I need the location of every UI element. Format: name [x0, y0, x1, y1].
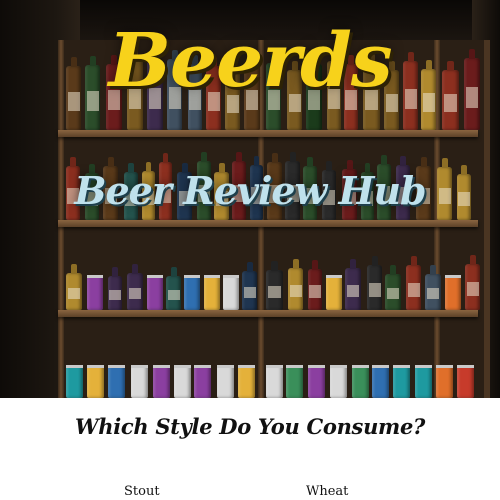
beer-can-decoration — [204, 275, 220, 310]
beer-bottle-decoration — [66, 273, 82, 310]
beer-can-decoration — [194, 365, 211, 398]
beer-can-decoration — [108, 365, 125, 398]
beer-can-decoration — [87, 275, 103, 310]
beer-can-decoration — [184, 275, 200, 310]
beer-can-decoration — [217, 365, 234, 398]
beer-can-decoration — [87, 365, 104, 398]
beer-bottle-decoration — [127, 273, 143, 310]
beer-can-decoration — [223, 275, 239, 310]
shelf-board — [58, 130, 478, 137]
survey-question: Which Style Do You Consume? — [74, 414, 426, 439]
shelf-board — [58, 310, 478, 317]
beer-bottle-decoration — [288, 268, 303, 310]
beer-bottle-decoration — [108, 276, 122, 310]
beer-can-decoration — [131, 365, 148, 398]
beer-bottle-decoration — [367, 265, 382, 310]
beer-can-decoration — [66, 365, 83, 398]
beer-can-decoration — [153, 365, 170, 398]
beer-bottle-decoration — [385, 274, 401, 310]
beer-bottle-decoration — [425, 274, 441, 310]
beer-can-decoration — [326, 275, 342, 310]
beer-can-decoration — [352, 365, 369, 398]
beer-can-decoration — [286, 365, 303, 398]
beer-can-decoration — [308, 365, 325, 398]
beer-can-decoration — [238, 365, 255, 398]
survey-section: Which Style Do You Consume? Stout Wheat — [0, 398, 500, 500]
site-subtitle: Beer Review Hub — [74, 168, 426, 213]
site-title: Beerds — [108, 18, 392, 104]
style-option-stout[interactable]: Stout — [124, 484, 160, 499]
beer-bottle-decoration — [308, 269, 322, 310]
page: Beerds Beer Review Hub Which Style Do Yo… — [0, 0, 500, 500]
beer-bottle-decoration — [166, 276, 181, 310]
beer-bottle-decoration — [266, 270, 283, 310]
beer-can-decoration — [330, 365, 347, 398]
beer-can-decoration — [147, 275, 163, 310]
shelf-board — [58, 220, 478, 227]
beer-can-decoration — [457, 365, 474, 398]
beer-can-decoration — [415, 365, 432, 398]
beer-bottle-decoration — [242, 271, 257, 310]
beer-can-decoration — [436, 365, 453, 398]
beer-bottle-decoration — [345, 268, 361, 310]
beer-can-decoration — [445, 275, 461, 310]
beer-can-decoration — [393, 365, 410, 398]
style-option-wheat[interactable]: Wheat — [306, 484, 348, 499]
beer-bottle-decoration — [406, 265, 421, 310]
beer-can-decoration — [266, 365, 283, 398]
beer-can-decoration — [174, 365, 191, 398]
beer-bottle-decoration — [465, 264, 480, 310]
hero-banner: Beerds Beer Review Hub — [0, 0, 500, 398]
beer-can-decoration — [372, 365, 389, 398]
